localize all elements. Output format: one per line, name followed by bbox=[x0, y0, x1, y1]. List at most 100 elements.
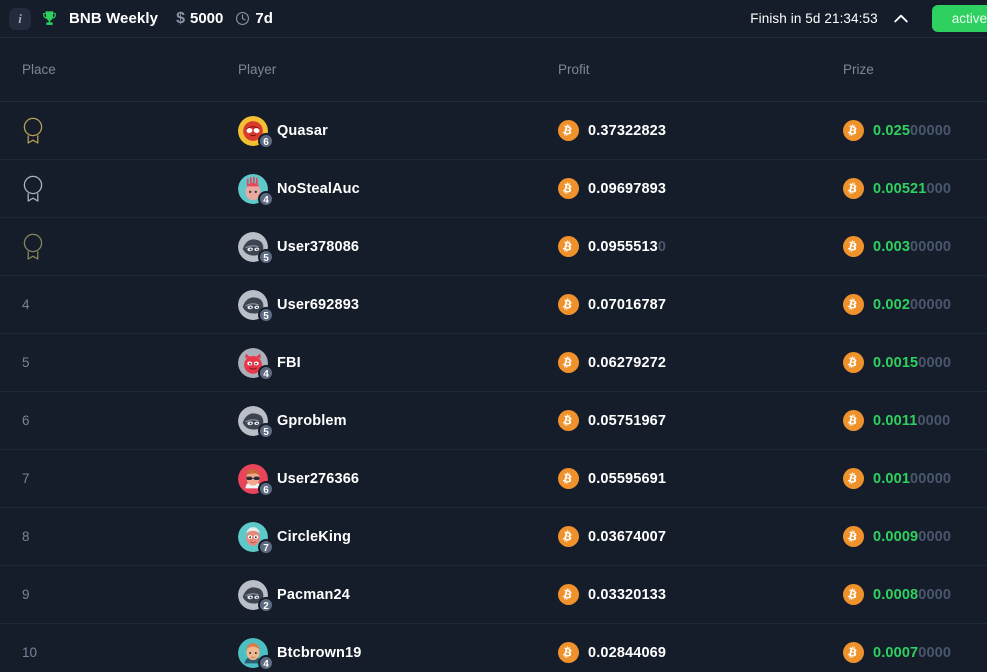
profit-cell: 0.05595691 bbox=[558, 468, 843, 489]
prize-value: 0.00070000 bbox=[873, 645, 951, 661]
prize-significant: 0.0008 bbox=[873, 586, 919, 603]
place-cell: 8 bbox=[0, 529, 238, 544]
place-cell: 7 bbox=[0, 471, 238, 486]
place-number: 7 bbox=[22, 471, 30, 486]
place-cell bbox=[0, 174, 238, 204]
profit-cell: 0.03320133 bbox=[558, 584, 843, 605]
bitcoin-icon bbox=[558, 468, 579, 489]
prize-cell: 0.00100000 bbox=[843, 468, 987, 489]
player-cell[interactable]: 4 NoStealAuc bbox=[238, 173, 558, 207]
avatar: 6 bbox=[238, 115, 274, 149]
bitcoin-icon bbox=[843, 410, 864, 431]
player-name: Pacman24 bbox=[277, 586, 350, 603]
profit-cell: 0.02844069 bbox=[558, 642, 843, 663]
player-cell[interactable]: 6 Quasar bbox=[238, 115, 558, 149]
prize-trailing-zeros: 00000 bbox=[910, 238, 952, 255]
player-cell[interactable]: 5 User692893 bbox=[238, 289, 558, 323]
chevron-up-icon[interactable] bbox=[884, 2, 918, 36]
prize-significant: 0.0015 bbox=[873, 354, 919, 371]
profit-trailing-zeros: 0 bbox=[657, 238, 667, 255]
player-cell[interactable]: 2 Pacman24 bbox=[238, 579, 558, 613]
medal-gold-icon bbox=[19, 116, 47, 146]
prize-significant: 0.0011 bbox=[873, 412, 918, 429]
place-number: 5 bbox=[22, 355, 30, 370]
player-name: Gproblem bbox=[277, 412, 347, 429]
tournament-meta: $ 5000 7d bbox=[176, 10, 273, 28]
profit-value: 0.03674007 bbox=[588, 529, 666, 545]
tournament-title: BNB Weekly bbox=[69, 10, 159, 27]
bitcoin-icon bbox=[558, 584, 579, 605]
player-cell[interactable]: 5 User378086 bbox=[238, 231, 558, 265]
prize-trailing-zeros: 0000 bbox=[918, 644, 952, 661]
place-number: 8 bbox=[22, 529, 30, 544]
column-header-prize: Prize bbox=[843, 62, 874, 77]
profit-significant: 0.05595691 bbox=[588, 470, 667, 487]
bitcoin-icon bbox=[558, 294, 579, 315]
place-number: 6 bbox=[22, 413, 30, 428]
profit-significant: 0.37322823 bbox=[588, 122, 667, 139]
prize-significant: 0.0009 bbox=[873, 528, 919, 545]
bitcoin-icon bbox=[843, 526, 864, 547]
profit-significant: 0.07016787 bbox=[588, 296, 667, 313]
table-row[interactable]: 6 5 Gproblem 0.05751967 0.00110000 bbox=[0, 392, 987, 450]
bitcoin-icon bbox=[558, 236, 579, 257]
prize-cell: 0.00521000 bbox=[843, 178, 987, 199]
prize-significant: 0.002 bbox=[873, 296, 911, 313]
prize-cell: 0.00070000 bbox=[843, 642, 987, 663]
bitcoin-icon bbox=[843, 584, 864, 605]
prize-pool-value: 5000 bbox=[190, 10, 224, 27]
player-level-badge: 6 bbox=[258, 132, 274, 149]
column-header-player: Player bbox=[238, 62, 277, 77]
profit-cell: 0.03674007 bbox=[558, 526, 843, 547]
info-icon[interactable]: i bbox=[9, 7, 31, 30]
prize-trailing-zeros: 00000 bbox=[910, 122, 952, 139]
prize-trailing-zeros: 00000 bbox=[910, 470, 952, 487]
profit-cell: 0.09555130 bbox=[558, 236, 843, 257]
player-cell[interactable]: 7 CircleKing bbox=[238, 521, 558, 555]
player-cell[interactable]: 4 FBI bbox=[238, 347, 558, 381]
dollar-icon: $ bbox=[176, 9, 185, 27]
prize-significant: 0.001 bbox=[873, 470, 911, 487]
place-cell: 9 bbox=[0, 587, 238, 602]
table-row[interactable]: 5 User378086 0.09555130 0.00300000 bbox=[0, 218, 987, 276]
prize-value: 0.00200000 bbox=[873, 297, 951, 313]
table-row[interactable]: 8 7 CircleKing 0.03674007 0.00090000 bbox=[0, 508, 987, 566]
avatar: 2 bbox=[238, 579, 274, 613]
status-badge: active bbox=[931, 5, 987, 32]
player-cell[interactable]: 6 User276366 bbox=[238, 463, 558, 497]
bitcoin-icon bbox=[843, 468, 864, 489]
place-cell: 5 bbox=[0, 355, 238, 370]
table-row[interactable]: 4 NoStealAuc 0.09697893 0.00521000 bbox=[0, 160, 987, 218]
avatar: 6 bbox=[238, 463, 274, 497]
player-cell[interactable]: 5 Gproblem bbox=[238, 405, 558, 439]
table-row[interactable]: 10 4 Btcbrown19 0.02844069 0.00070000 bbox=[0, 624, 987, 672]
profit-significant: 0.03674007 bbox=[588, 528, 667, 545]
player-level-badge: 4 bbox=[258, 364, 274, 381]
table-row[interactable]: 4 5 User692893 0.07016787 0.00200000 bbox=[0, 276, 987, 334]
prize-significant: 0.00521 bbox=[873, 180, 927, 197]
duration-value: 7d bbox=[255, 10, 273, 27]
prize-significant: 0.025 bbox=[873, 122, 911, 139]
prize-value: 0.02500000 bbox=[873, 123, 951, 139]
avatar: 4 bbox=[238, 347, 274, 381]
bitcoin-icon bbox=[843, 352, 864, 373]
prize-value: 0.00110000 bbox=[873, 413, 950, 429]
prize-value: 0.00100000 bbox=[873, 471, 951, 487]
table-row[interactable]: 7 6 User276366 0.05595691 0.00100000 bbox=[0, 450, 987, 508]
table-row[interactable]: 9 2 Pacman24 0.03320133 0.00080000 bbox=[0, 566, 987, 624]
profit-significant: 0.0955513 bbox=[588, 238, 658, 255]
profit-significant: 0.06279272 bbox=[588, 354, 667, 371]
profit-value: 0.06279272 bbox=[588, 355, 666, 371]
table-row[interactable]: 5 4 FBI 0.06279272 0.00150000 bbox=[0, 334, 987, 392]
bitcoin-icon bbox=[843, 642, 864, 663]
profit-value: 0.05751967 bbox=[588, 413, 666, 429]
player-level-badge: 5 bbox=[258, 422, 274, 439]
table-row[interactable]: 6 Quasar 0.37322823 0.02500000 bbox=[0, 102, 987, 160]
place-cell bbox=[0, 116, 238, 146]
leaderboard-header-row: Place Player Profit Prize bbox=[0, 38, 987, 102]
bitcoin-icon bbox=[843, 236, 864, 257]
prize-cell: 0.00200000 bbox=[843, 294, 987, 315]
bitcoin-icon bbox=[558, 410, 579, 431]
player-cell[interactable]: 4 Btcbrown19 bbox=[238, 637, 558, 671]
tournament-header[interactable]: i BNB Weekly $ 5000 7d Finish in 5d 21:3… bbox=[0, 0, 987, 38]
